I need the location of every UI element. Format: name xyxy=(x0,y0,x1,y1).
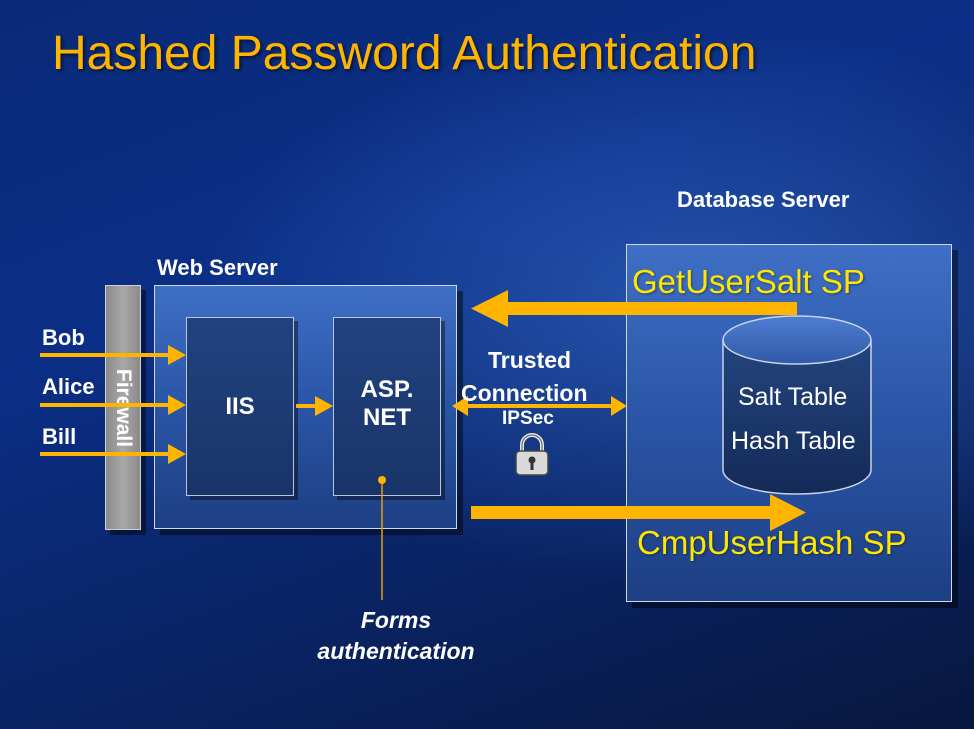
alice-arrow-head xyxy=(168,395,186,415)
get-salt-arrow-shaft xyxy=(505,302,797,315)
bill-arrow-head xyxy=(168,444,186,464)
forms-connector-dot xyxy=(378,476,386,484)
forms-authentication-label: Forms authentication xyxy=(296,607,496,665)
ipsec-label: IPSec xyxy=(502,408,554,429)
user-input-arrows xyxy=(40,345,186,464)
trusted-label: Trusted xyxy=(488,347,572,373)
salt-table-label: Salt Table xyxy=(738,383,848,411)
cmp-user-hash-sp-label: CmpUserHash SP xyxy=(637,524,907,561)
padlock-icon xyxy=(515,433,549,476)
forms-label-line1: Forms xyxy=(360,607,432,633)
forms-label-line2: authentication xyxy=(317,638,475,664)
connection-label: Connection xyxy=(461,380,588,406)
iis-to-aspnet-arrow-head xyxy=(315,396,333,416)
hash-table-label: Hash Table xyxy=(731,427,856,455)
get-salt-arrow-head xyxy=(471,290,508,327)
cmp-hash-arrow-shaft xyxy=(471,506,773,519)
bob-arrow-head xyxy=(168,345,186,365)
trusted-connection-right-head xyxy=(611,396,627,416)
get-user-salt-sp-label: GetUserSalt SP xyxy=(632,263,865,300)
